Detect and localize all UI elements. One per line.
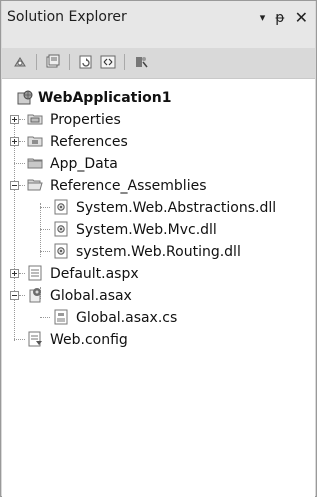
tree-connector <box>40 251 50 252</box>
copy-website-icon[interactable] <box>132 53 150 71</box>
tree-item-dll[interactable]: System.Web.Mvc.dll <box>2 219 315 240</box>
open-folder-icon <box>27 177 43 193</box>
toolbar-separator <box>124 54 125 70</box>
tree-connector <box>19 119 25 120</box>
folder-icon <box>27 155 43 171</box>
solution-explorer-toolbar <box>11 50 306 74</box>
auto-hide-pin-icon[interactable]: ᵽ <box>275 8 284 28</box>
toolbar-separator <box>36 54 37 70</box>
tree-item-project[interactable]: WebApplication1 <box>2 87 315 108</box>
tree-item-label: System.Web.Abstractions.dll <box>76 199 277 216</box>
close-icon[interactable]: ✕ <box>295 8 308 28</box>
tree-item-dll[interactable]: system.Web.Routing.dll <box>2 241 315 262</box>
refresh-icon[interactable] <box>77 53 95 71</box>
asax-file-icon <box>27 287 43 303</box>
tree-connector <box>19 295 25 296</box>
solution-explorer-panel: Solution Explorer ▾ ᵽ ✕ WebApplication1 … <box>0 0 317 498</box>
expand-plus-icon[interactable] <box>10 137 19 146</box>
aspx-file-icon <box>27 265 43 281</box>
expand-plus-icon[interactable] <box>10 269 19 278</box>
dll-file-icon <box>53 199 69 215</box>
tree-item-default-aspx[interactable]: Default.aspx <box>2 263 315 284</box>
dll-file-icon <box>53 243 69 259</box>
tree-item-properties[interactable]: Properties <box>2 109 315 130</box>
tree-item-dll[interactable]: System.Web.Abstractions.dll <box>2 197 315 218</box>
collapse-minus-icon[interactable] <box>10 291 19 300</box>
collapse-minus-icon[interactable] <box>10 181 19 190</box>
properties-icon[interactable] <box>11 53 29 71</box>
view-code-icon[interactable] <box>99 53 117 71</box>
tree-connector <box>19 273 25 274</box>
tree-item-label: Properties <box>50 111 121 128</box>
panel-titlebar[interactable]: Solution Explorer ▾ ᵽ ✕ <box>2 1 315 48</box>
config-file-icon <box>27 331 43 347</box>
tree-item-reference-assemblies[interactable]: Reference_Assemblies <box>2 175 315 196</box>
tree-item-label: WebApplication1 <box>38 89 172 106</box>
tree-connector <box>40 207 50 208</box>
tree-item-global-asax[interactable]: Global.asax <box>2 285 315 306</box>
expand-plus-icon[interactable] <box>10 115 19 124</box>
cs-file-icon <box>53 309 69 325</box>
tree-connector <box>14 339 25 340</box>
tree-item-references[interactable]: References <box>2 131 315 152</box>
references-folder-icon <box>27 133 43 149</box>
tree-item-label: Reference_Assemblies <box>50 177 207 194</box>
tree-item-app-data[interactable]: App_Data <box>2 153 315 174</box>
dll-file-icon <box>53 221 69 237</box>
toolbar-separator <box>69 54 70 70</box>
properties-folder-icon <box>27 111 43 127</box>
tree-connector <box>19 141 25 142</box>
tree-item-label: Global.asax <box>50 287 132 304</box>
show-all-files-icon[interactable] <box>44 53 62 71</box>
web-project-icon <box>16 89 33 105</box>
tree-item-label: Default.aspx <box>50 265 139 282</box>
solution-tree: WebApplication1 Properties References Ap… <box>2 78 315 498</box>
panel-title: Solution Explorer <box>7 9 127 25</box>
tree-item-label: Global.asax.cs <box>76 309 178 326</box>
tree-item-label: system.Web.Routing.dll <box>76 243 241 260</box>
tree-item-label: References <box>50 133 128 150</box>
tree-item-global-asax-cs[interactable]: Global.asax.cs <box>2 307 315 328</box>
tree-connector <box>40 229 50 230</box>
tree-item-web-config[interactable]: Web.config <box>2 329 315 350</box>
window-position-dropdown-icon[interactable]: ▾ <box>260 8 266 28</box>
tree-item-label: System.Web.Mvc.dll <box>76 221 217 238</box>
tree-item-label: App_Data <box>50 155 118 172</box>
tree-connector <box>14 163 25 164</box>
tree-item-label: Web.config <box>50 331 128 348</box>
tree-connector <box>19 185 25 186</box>
panel-controls: ▾ ᵽ ✕ <box>260 8 308 28</box>
tree-connector <box>40 317 50 318</box>
